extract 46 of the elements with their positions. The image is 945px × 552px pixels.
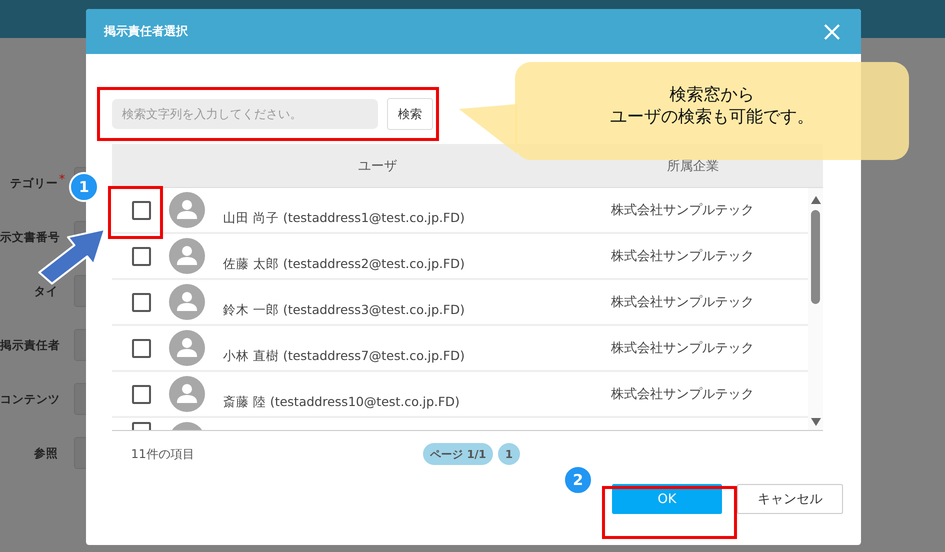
user-name: 佐藤 太郎 (testaddress2@test.co.jp.FD) [223,256,466,273]
dialog-title: 掲示責任者選択 [104,23,188,40]
avatar-icon [169,284,205,320]
company-name: 株式会社サンプルテック [611,340,754,357]
checkbox[interactable] [132,384,151,404]
avatar-icon [169,192,205,228]
checkbox[interactable] [132,292,151,312]
form-label: 参照 [33,446,58,460]
cancel-button[interactable]: キャンセル [737,484,843,514]
form-label: 掲示責任者 [0,338,58,352]
callout-text: 検索窓から [670,84,754,106]
company-name: 株式会社サンプルテック [611,202,754,219]
scroll-up-icon[interactable] [810,196,820,204]
form-label: テゴリー [9,176,58,190]
close-icon[interactable] [823,22,841,40]
user-name: 小林 直樹 (testaddress7@test.co.jp.FD) [223,348,466,365]
user-name: 山田 尚子 (testaddress1@test.co.jp.FD) [223,210,466,227]
company-name: 株式会社サンプルテック [611,386,754,403]
scrollbar-thumb[interactable] [811,210,820,304]
scroll-down-icon[interactable] [810,418,820,426]
scrollbar[interactable] [808,188,823,430]
callout-text: ユーザの検索も可能です。 [610,106,814,128]
column-header: ユーザ [358,158,397,174]
checkbox[interactable] [132,200,151,220]
company-name: 株式会社サンプルテック [611,294,754,311]
page-button[interactable]: 1 [498,443,520,465]
search-field[interactable]: 検索文字列を入力してください。 [112,99,378,129]
form-label: 示文書番号 [0,230,58,244]
avatar-icon [169,376,205,412]
checkbox[interactable] [132,246,151,266]
ok-button[interactable]: OK [612,484,722,514]
avatar-icon [169,330,205,366]
form-label: コンテンツ [0,392,58,406]
company-name: 株式会社サンプルテック [611,248,754,265]
checkbox[interactable] [132,338,151,358]
page-button[interactable]: ページ 1/1 [423,443,494,465]
step-badge: 1 [69,172,99,202]
search-button[interactable]: 検索 [387,98,433,130]
form-label: タイ [33,284,58,298]
required-mark: * [59,172,65,186]
user-name: 鈴木 一郎 (testaddress3@test.co.jp.FD) [223,302,466,319]
highlight-frame [108,186,163,239]
column-header: 所属企業 [667,158,719,174]
user-name: 斎藤 陸 (testaddress10@test.co.jp.FD) [223,394,461,411]
avatar-icon [169,238,205,274]
item-count: 11件の項目 [131,446,196,462]
